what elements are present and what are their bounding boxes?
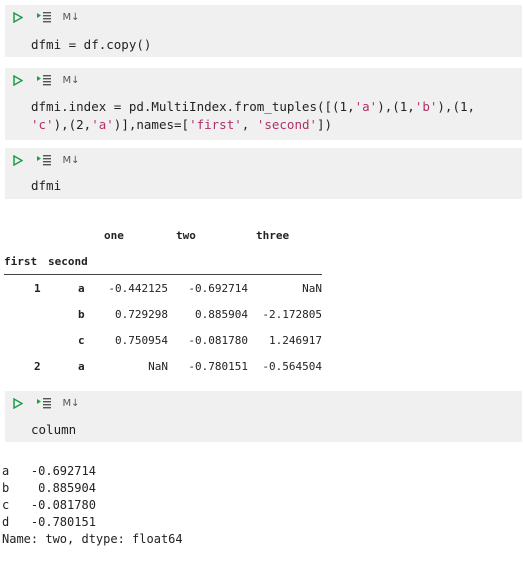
index-level-first: 2 — [34, 359, 41, 373]
cell-value: 1.246917 — [269, 333, 322, 347]
dataframe-output: one two three first second 1 a -0.442125… — [4, 222, 322, 379]
split-cell-icon[interactable] — [35, 395, 53, 411]
code-cell-4[interactable]: M↓ column — [5, 391, 522, 442]
code-text: ),(1, — [377, 99, 415, 114]
cell-value: -0.442125 — [108, 281, 168, 295]
string-literal: 'b' — [414, 99, 438, 114]
string-literal: 'a' — [91, 117, 114, 132]
cell-value: 0.885904 — [195, 307, 248, 321]
cell-toolbar: M↓ — [5, 68, 522, 92]
table-row: 1 a -0.442125 -0.692714 NaN — [4, 275, 322, 302]
cell-value: -0.780151 — [188, 359, 248, 373]
column-header: one — [104, 228, 124, 242]
cell-value: NaN — [148, 359, 168, 373]
index-name: first — [4, 254, 38, 268]
code-text: ]) — [317, 117, 333, 132]
run-cell-icon[interactable] — [11, 395, 25, 411]
column-header: three — [256, 228, 290, 242]
cell-value: -2.172805 — [262, 307, 322, 321]
run-cell-icon[interactable] — [11, 9, 25, 25]
code-text: ),(2, — [53, 117, 92, 132]
run-cell-icon[interactable] — [11, 152, 25, 168]
series-line: d -0.780151 — [2, 515, 96, 529]
table-row: c 0.750954 -0.081780 1.246917 — [4, 327, 322, 353]
markdown-toggle[interactable]: M↓ — [61, 72, 81, 88]
run-cell-icon[interactable] — [11, 72, 25, 88]
index-level-first: 1 — [34, 281, 41, 295]
cell-toolbar: M↓ — [5, 5, 522, 29]
index-level-second: a — [78, 359, 85, 373]
index-level-first — [4, 327, 48, 353]
index-level-second: b — [78, 307, 85, 321]
column-header-row: one two three — [4, 222, 322, 248]
column-header: two — [176, 228, 196, 242]
index-names-row: first second — [4, 248, 322, 275]
index-level-second: c — [78, 333, 85, 347]
table-row: 2 a NaN -0.780151 -0.564504 — [4, 353, 322, 379]
series-footer: Name: two, dtype: float64 — [2, 532, 183, 546]
cell-toolbar: M↓ — [5, 391, 522, 415]
code-cell-1[interactable]: M↓ dfmi = df.copy() — [5, 5, 522, 57]
markdown-toggle[interactable]: M↓ — [61, 9, 81, 25]
code-input[interactable]: dfmi = df.copy() — [31, 36, 512, 54]
code-input[interactable]: dfmi — [31, 177, 512, 195]
index-name: second — [48, 254, 88, 268]
markdown-toggle[interactable]: M↓ — [61, 152, 81, 168]
code-text: )],names=[ — [113, 117, 190, 132]
cell-value: NaN — [302, 281, 322, 295]
cell-value: -0.564504 — [262, 359, 322, 373]
cell-toolbar: M↓ — [5, 148, 522, 172]
table-row: b 0.729298 0.885904 -2.172805 — [4, 301, 322, 327]
code-input[interactable]: dfmi.index = pd.MultiIndex.from_tuples([… — [31, 98, 512, 134]
split-cell-icon[interactable] — [35, 72, 53, 88]
markdown-toggle[interactable]: M↓ — [61, 395, 81, 411]
string-literal: 'first' — [189, 117, 242, 132]
code-text: dfmi.index = pd.MultiIndex.from_tuples([… — [31, 99, 355, 114]
string-literal: 'c' — [31, 117, 54, 132]
code-text: , — [241, 117, 257, 132]
series-line: b 0.885904 — [2, 481, 96, 495]
series-line: c -0.081780 — [2, 498, 96, 512]
split-cell-icon[interactable] — [35, 9, 53, 25]
code-cell-2[interactable]: M↓ dfmi.index = pd.MultiIndex.from_tuple… — [5, 68, 522, 140]
series-line: a -0.692714 — [2, 464, 96, 478]
series-output: a -0.692714 b 0.885904 c -0.081780 d -0.780… — [2, 463, 183, 548]
cell-value: -0.692714 — [188, 281, 248, 295]
cell-value: -0.081780 — [188, 333, 248, 347]
string-literal: 'a' — [354, 99, 378, 114]
code-text: ),(1, — [437, 99, 476, 114]
code-input[interactable]: column — [31, 421, 512, 439]
cell-value: 0.729298 — [115, 307, 168, 321]
string-literal: 'second' — [256, 117, 318, 132]
index-level-first — [4, 301, 48, 327]
cell-value: 0.750954 — [115, 333, 168, 347]
code-cell-3[interactable]: M↓ dfmi — [5, 148, 522, 199]
split-cell-icon[interactable] — [35, 152, 53, 168]
index-level-second: a — [78, 281, 85, 295]
